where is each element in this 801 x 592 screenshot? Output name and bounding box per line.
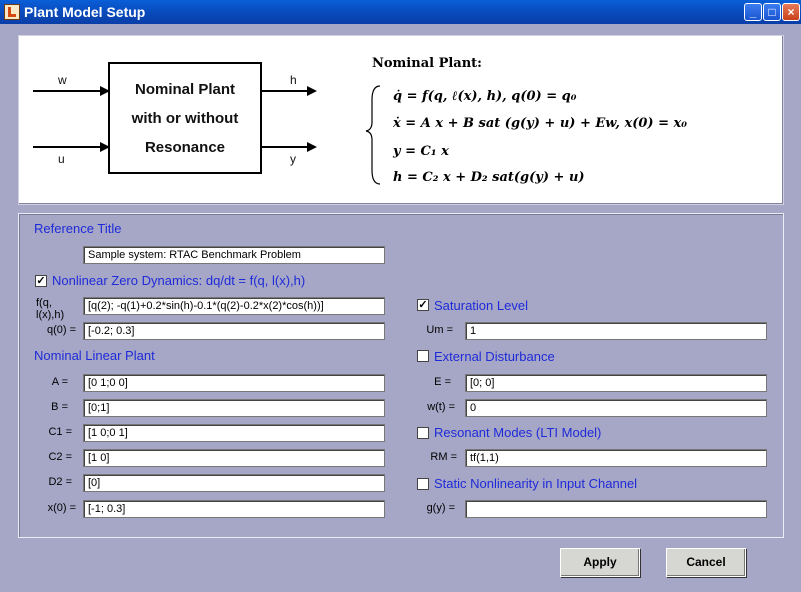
C2-label: C2 = — [48, 451, 72, 463]
static-nonlinearity-label: Static Nonlinearity in Input Channel — [434, 476, 638, 491]
f-input[interactable]: [q(2); -q(1)+0.2*sin(h)-0.1*(q(2)-0.2*x(… — [83, 297, 385, 315]
input-u-label: u — [58, 152, 65, 166]
equation-brace — [365, 85, 381, 185]
nominal-plant-block: Nominal Plant with or without Resonance — [108, 62, 262, 174]
equation-line-1: q̇ = f(q, ℓ(x), h), q(0) = q₀ — [393, 89, 577, 104]
cancel-button[interactable]: Cancel — [666, 548, 746, 577]
D2-label: D2 = — [48, 476, 72, 488]
reference-title-input[interactable]: Sample system: RTAC Benchmark Problem — [83, 246, 385, 264]
B-input[interactable]: [0;1] — [83, 399, 385, 417]
x0-input[interactable]: [-1; 0.3] — [83, 500, 385, 518]
reference-title-label: Reference Title — [34, 221, 122, 236]
nonlinear-zero-dynamics-label: Nonlinear Zero Dynamics: dq/dt = f(q, l(… — [52, 273, 306, 288]
B-label: B = — [51, 401, 68, 413]
RM-input[interactable]: tf(1,1) — [465, 449, 767, 467]
block-line-3: Resonance — [144, 138, 226, 156]
E-input[interactable]: [0; 0] — [465, 374, 767, 392]
Um-input[interactable]: 1 — [465, 322, 767, 340]
Um-label: Um = — [426, 324, 453, 336]
x0-label: x(0) = — [47, 502, 76, 514]
static-nonlinearity-checkbox[interactable] — [417, 478, 429, 490]
C2-input[interactable]: [1 0] — [83, 449, 385, 467]
C1-label: C1 = — [48, 426, 72, 438]
saturation-label: Saturation Level — [434, 298, 528, 313]
nonlinear-zero-dynamics-checkbox[interactable]: ✓ — [35, 275, 47, 287]
output-h-label: h — [290, 73, 297, 87]
apply-button[interactable]: Apply — [560, 548, 640, 577]
external-disturbance-checkbox[interactable] — [417, 350, 429, 362]
block-line-2: with or without — [131, 109, 239, 127]
equation-line-4: h = C₂ x + D₂ sat(g(y) + u) — [393, 170, 585, 185]
nominal-linear-plant-label: Nominal Linear Plant — [34, 348, 155, 363]
gy-input[interactable] — [465, 500, 767, 518]
equations-title: Nominal Plant: — [372, 56, 482, 71]
resonant-modes-label: Resonant Modes (LTI Model) — [434, 425, 602, 440]
equation-line-3: y = C₁ x — [393, 144, 449, 159]
f-label: f(q, l(x),h) — [36, 297, 65, 321]
equation-line-2: ẋ = A x + B sat (g(y) + u) + Ew, x(0) = … — [393, 116, 687, 131]
D2-input[interactable]: [0] — [83, 474, 385, 492]
A-label: A = — [51, 376, 68, 388]
wt-input[interactable]: 0 — [465, 399, 767, 417]
saturation-checkbox[interactable]: ✓ — [417, 299, 429, 311]
q0-input[interactable]: [-0.2; 0.3] — [83, 322, 385, 340]
plant-model-setup-window: Plant Model Setup _ □ × w u h y Nominal … — [0, 0, 801, 592]
q0-label: q(0) = — [46, 324, 76, 336]
C1-input[interactable]: [1 0;0 1] — [83, 424, 385, 442]
gy-label: g(y) = — [426, 502, 455, 514]
wt-label: w(t) = — [427, 401, 455, 413]
external-disturbance-label: External Disturbance — [434, 349, 555, 364]
resonant-modes-checkbox[interactable] — [417, 427, 429, 439]
A-input[interactable]: [0 1;0 0] — [83, 374, 385, 392]
E-label: E = — [434, 376, 451, 388]
output-y-label: y — [290, 152, 296, 166]
RM-label: RM = — [430, 451, 457, 463]
input-w-label: w — [58, 73, 67, 87]
block-line-1: Nominal Plant — [134, 80, 235, 98]
